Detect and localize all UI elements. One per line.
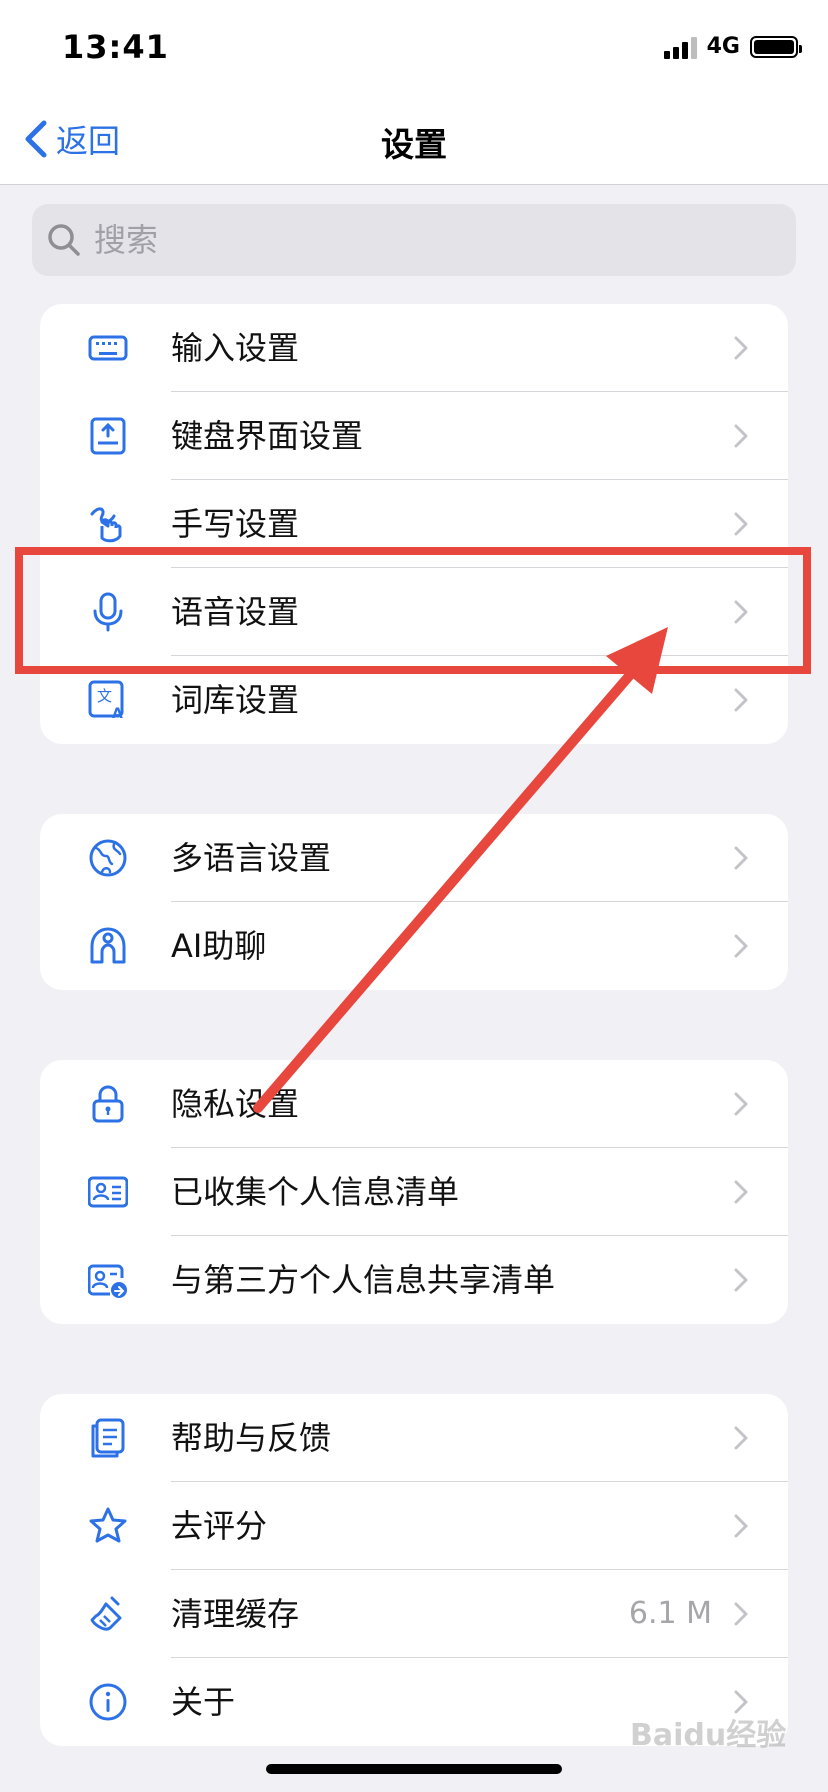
row-label: 与第三方个人信息共享清单 xyxy=(171,1261,556,1299)
id-card-share-icon xyxy=(88,1264,127,1298)
row-label: 多语言设置 xyxy=(171,839,332,877)
chevron-right-icon xyxy=(734,1514,748,1538)
chevron-right-icon xyxy=(734,1180,748,1204)
cache-size-value: 6.1 M xyxy=(628,1596,712,1631)
broom-icon xyxy=(90,1596,122,1631)
status-indicators: 4G xyxy=(663,34,802,59)
dictionary-icon: 文 A xyxy=(88,680,124,720)
chevron-right-icon xyxy=(734,1602,748,1626)
row-privacy-settings[interactable]: 隐私设置 xyxy=(40,1060,788,1148)
chevron-right-icon xyxy=(734,934,748,958)
help-doc-icon xyxy=(91,1418,125,1458)
chevron-right-icon xyxy=(734,512,748,536)
row-rate-app[interactable]: 去评分 xyxy=(40,1482,788,1570)
svg-text:文: 文 xyxy=(97,687,112,705)
row-dictionary-settings[interactable]: 文 A 词库设置 xyxy=(40,656,788,744)
battery-icon xyxy=(750,35,802,58)
row-handwriting-settings[interactable]: 手写设置 xyxy=(40,480,788,568)
row-label: AI助聊 xyxy=(171,927,267,965)
watermark: Baidu经验 xyxy=(630,1718,787,1753)
chevron-right-icon xyxy=(734,1092,748,1116)
row-label: 输入设置 xyxy=(171,329,300,367)
keyboard-icon xyxy=(88,335,128,361)
home-indicator[interactable] xyxy=(266,1764,562,1774)
row-keyboard-layout-settings[interactable]: 键盘界面设置 xyxy=(40,392,788,480)
row-label: 帮助与反馈 xyxy=(171,1419,332,1457)
row-help-feedback[interactable]: 帮助与反馈 xyxy=(40,1394,788,1482)
chevron-right-icon xyxy=(734,1426,748,1450)
ai-assistant-icon xyxy=(90,927,126,964)
row-ai-assistant[interactable]: AI助聊 xyxy=(40,902,788,990)
settings-group-input: 输入设置 键盘界面设置 手写设置 语音设置 文 A 词库设置 xyxy=(40,304,788,744)
row-third-party-sharing-list[interactable]: 与第三方个人信息共享清单 xyxy=(40,1236,788,1324)
lock-icon xyxy=(92,1085,124,1123)
settings-group-privacy: 隐私设置 已收集个人信息清单 与第三方个人信息共享清单 xyxy=(40,1060,788,1324)
row-label: 词库设置 xyxy=(171,681,300,719)
settings-group-misc: 帮助与反馈 去评分 清理缓存 6.1 M 关于 xyxy=(40,1394,788,1746)
row-label: 隐私设置 xyxy=(171,1085,300,1123)
row-label: 去评分 xyxy=(171,1507,268,1545)
search-input[interactable] xyxy=(92,220,756,260)
star-icon xyxy=(89,1507,127,1543)
handwriting-icon xyxy=(90,507,122,543)
row-label: 语音设置 xyxy=(171,593,300,631)
id-card-icon xyxy=(88,1176,128,1208)
row-input-settings[interactable]: 输入设置 xyxy=(40,304,788,392)
row-label: 关于 xyxy=(171,1683,236,1721)
chevron-right-icon xyxy=(734,1268,748,1292)
chevron-right-icon xyxy=(734,336,748,360)
network-type: 4G xyxy=(706,34,740,59)
page-title: 设置 xyxy=(381,125,447,164)
microphone-icon xyxy=(93,592,123,632)
chevron-right-icon xyxy=(734,688,748,712)
chevron-right-icon xyxy=(734,846,748,870)
row-collected-info-list[interactable]: 已收集个人信息清单 xyxy=(40,1148,788,1236)
row-multilanguage-settings[interactable]: 多语言设置 xyxy=(40,814,788,902)
chevron-right-icon xyxy=(734,424,748,448)
settings-group-language: 多语言设置 AI助聊 xyxy=(40,814,788,990)
info-icon xyxy=(89,1683,127,1721)
row-clear-cache[interactable]: 清理缓存 6.1 M xyxy=(40,1570,788,1658)
search-icon xyxy=(48,224,80,256)
globe-icon xyxy=(89,839,127,877)
chevron-right-icon xyxy=(734,600,748,624)
svg-text:A: A xyxy=(112,706,123,720)
row-label: 清理缓存 xyxy=(171,1595,300,1633)
keyboard-layout-icon xyxy=(90,417,126,455)
row-voice-settings[interactable]: 语音设置 xyxy=(40,568,788,656)
status-time: 13:41 xyxy=(62,28,169,66)
search-bar[interactable] xyxy=(32,204,796,276)
row-label: 手写设置 xyxy=(171,505,300,543)
signal-icon xyxy=(663,35,697,59)
row-label: 键盘界面设置 xyxy=(171,417,364,455)
top-bar: 13:41 4G 返回 设置 xyxy=(0,0,828,185)
row-label: 已收集个人信息清单 xyxy=(171,1173,460,1211)
